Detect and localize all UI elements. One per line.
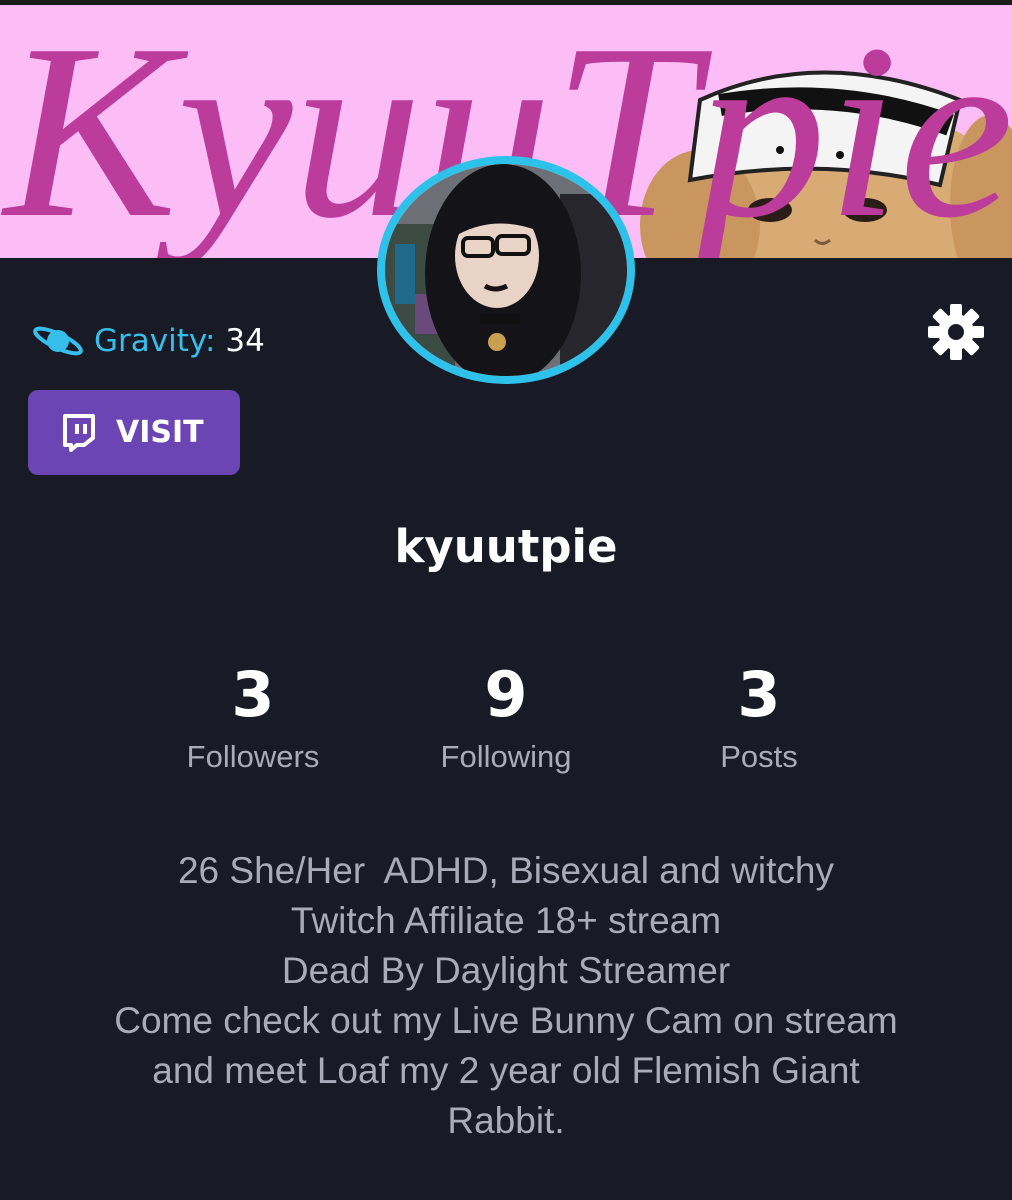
visit-label: VISIT (116, 415, 204, 450)
bio-line: and meet Loaf my 2 year old Flemish Gian… (152, 1050, 860, 1091)
followers-count: 3 (231, 658, 275, 731)
avatar-photo-frame (385, 164, 627, 376)
gravity-label: Gravity: (94, 323, 216, 359)
visit-button[interactable]: VISIT (28, 390, 240, 475)
stat-posts[interactable]: 3 Posts (639, 655, 879, 775)
bio-line: Dead By Daylight Streamer (281, 950, 731, 991)
profile-bio: 26 She/Her ADHD, Bisexual and witchy Twi… (0, 846, 1012, 1146)
planet-icon (33, 326, 83, 356)
followers-label: Followers (186, 739, 320, 774)
posts-count: 3 (737, 658, 781, 731)
bio-line: Come check out my Live Bunny Cam on stre… (114, 1000, 898, 1041)
following-count: 9 (484, 658, 528, 731)
bio-line: Twitch Affiliate 18+ stream (290, 900, 722, 941)
posts-label: Posts (720, 739, 798, 774)
gear-icon[interactable] (926, 302, 986, 362)
stat-followers[interactable]: 3 Followers (133, 655, 373, 775)
gravity-value: 34 (225, 323, 265, 359)
gravity-score: Gravity: 34 (30, 318, 265, 364)
avatar[interactable] (377, 156, 635, 384)
following-label: Following (440, 739, 572, 774)
bio-line: 26 She/Her ADHD, Bisexual and witchy (177, 850, 835, 891)
twitch-icon (63, 413, 95, 452)
stat-following[interactable]: 9 Following (386, 655, 626, 775)
username: kyuutpie (394, 520, 618, 573)
avatar-photo (385, 164, 627, 376)
bio-line: Rabbit. (447, 1100, 565, 1141)
